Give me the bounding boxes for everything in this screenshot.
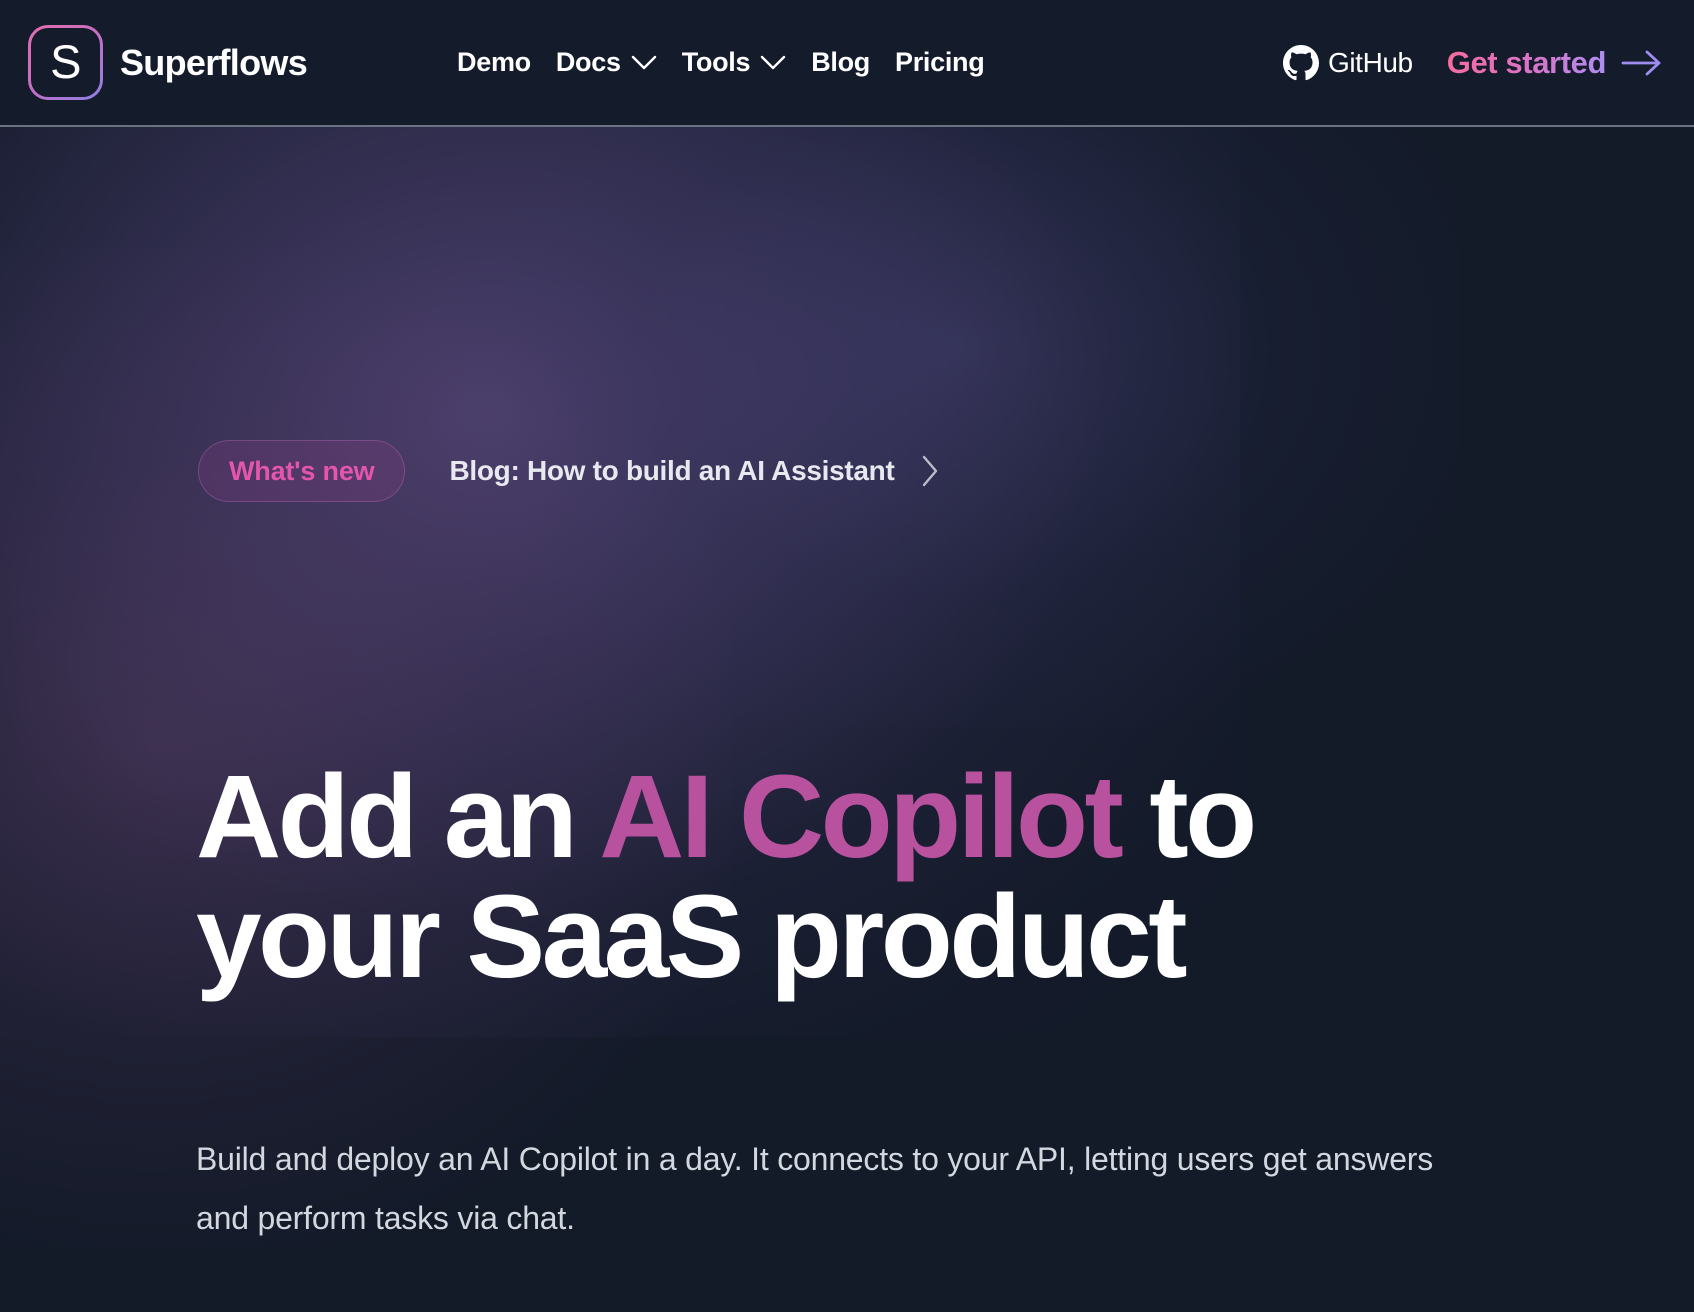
hero-subhead: Build and deploy an AI Copilot in a day.…: [196, 1141, 1434, 1237]
page-title: Add an AI Copilot to your SaaS product: [196, 757, 1496, 998]
main-navigation: Demo Docs Tools Blog Pricing: [457, 47, 985, 78]
header-get-started-link[interactable]: Get started: [1447, 45, 1664, 81]
announcement-row: What's new Blog: How to build an AI Assi…: [198, 440, 940, 502]
hero-content: What's new Blog: How to build an AI Assi…: [0, 127, 1694, 1312]
headline-accent: AI Copilot: [599, 751, 1124, 883]
github-label: GitHub: [1327, 46, 1413, 78]
superflows-logo-icon: S: [28, 25, 103, 100]
logo-inner: S: [31, 28, 100, 97]
site-header: S Superflows Demo Docs Tools Blog Pricin…: [0, 0, 1694, 127]
brand-name: Superflows: [120, 41, 308, 83]
hero-section: What's new Blog: How to build an AI Assi…: [0, 127, 1694, 1312]
github-link[interactable]: GitHub: [1282, 44, 1413, 81]
nav-label-demo: Demo: [457, 47, 531, 77]
nav-item-pricing[interactable]: Pricing: [894, 47, 985, 78]
header-get-started-label: Get started: [1446, 44, 1607, 80]
chevron-down-icon: [760, 55, 786, 69]
page-root: S Superflows Demo Docs Tools Blog Pricin…: [0, 0, 1694, 1312]
header-actions: GitHub Get started: [1282, 44, 1664, 81]
nav-label-pricing: Pricing: [894, 47, 985, 77]
chevron-down-icon: [631, 55, 656, 69]
arrow-right-icon: [1621, 50, 1661, 75]
github-icon: [1282, 44, 1319, 80]
whats-new-label: What's new: [229, 455, 375, 486]
nav-item-demo[interactable]: Demo: [457, 47, 531, 78]
brand-logo[interactable]: S Superflows: [28, 25, 308, 100]
nav-label-docs: Docs: [555, 47, 621, 77]
whats-new-badge[interactable]: What's new: [198, 440, 406, 502]
nav-label-blog: Blog: [811, 47, 870, 77]
nav-item-blog[interactable]: Blog: [811, 47, 870, 78]
logo-letter: S: [50, 35, 81, 88]
nav-label-tools: Tools: [681, 47, 751, 77]
announcement-link[interactable]: Blog: How to build an AI Assistant: [449, 454, 940, 488]
headline-part-1: Add an: [196, 751, 600, 883]
chevron-right-icon: [923, 455, 938, 487]
nav-item-docs[interactable]: Docs: [556, 47, 657, 78]
nav-item-tools[interactable]: Tools: [682, 47, 787, 78]
announcement-label: Blog: How to build an AI Assistant: [449, 455, 895, 486]
